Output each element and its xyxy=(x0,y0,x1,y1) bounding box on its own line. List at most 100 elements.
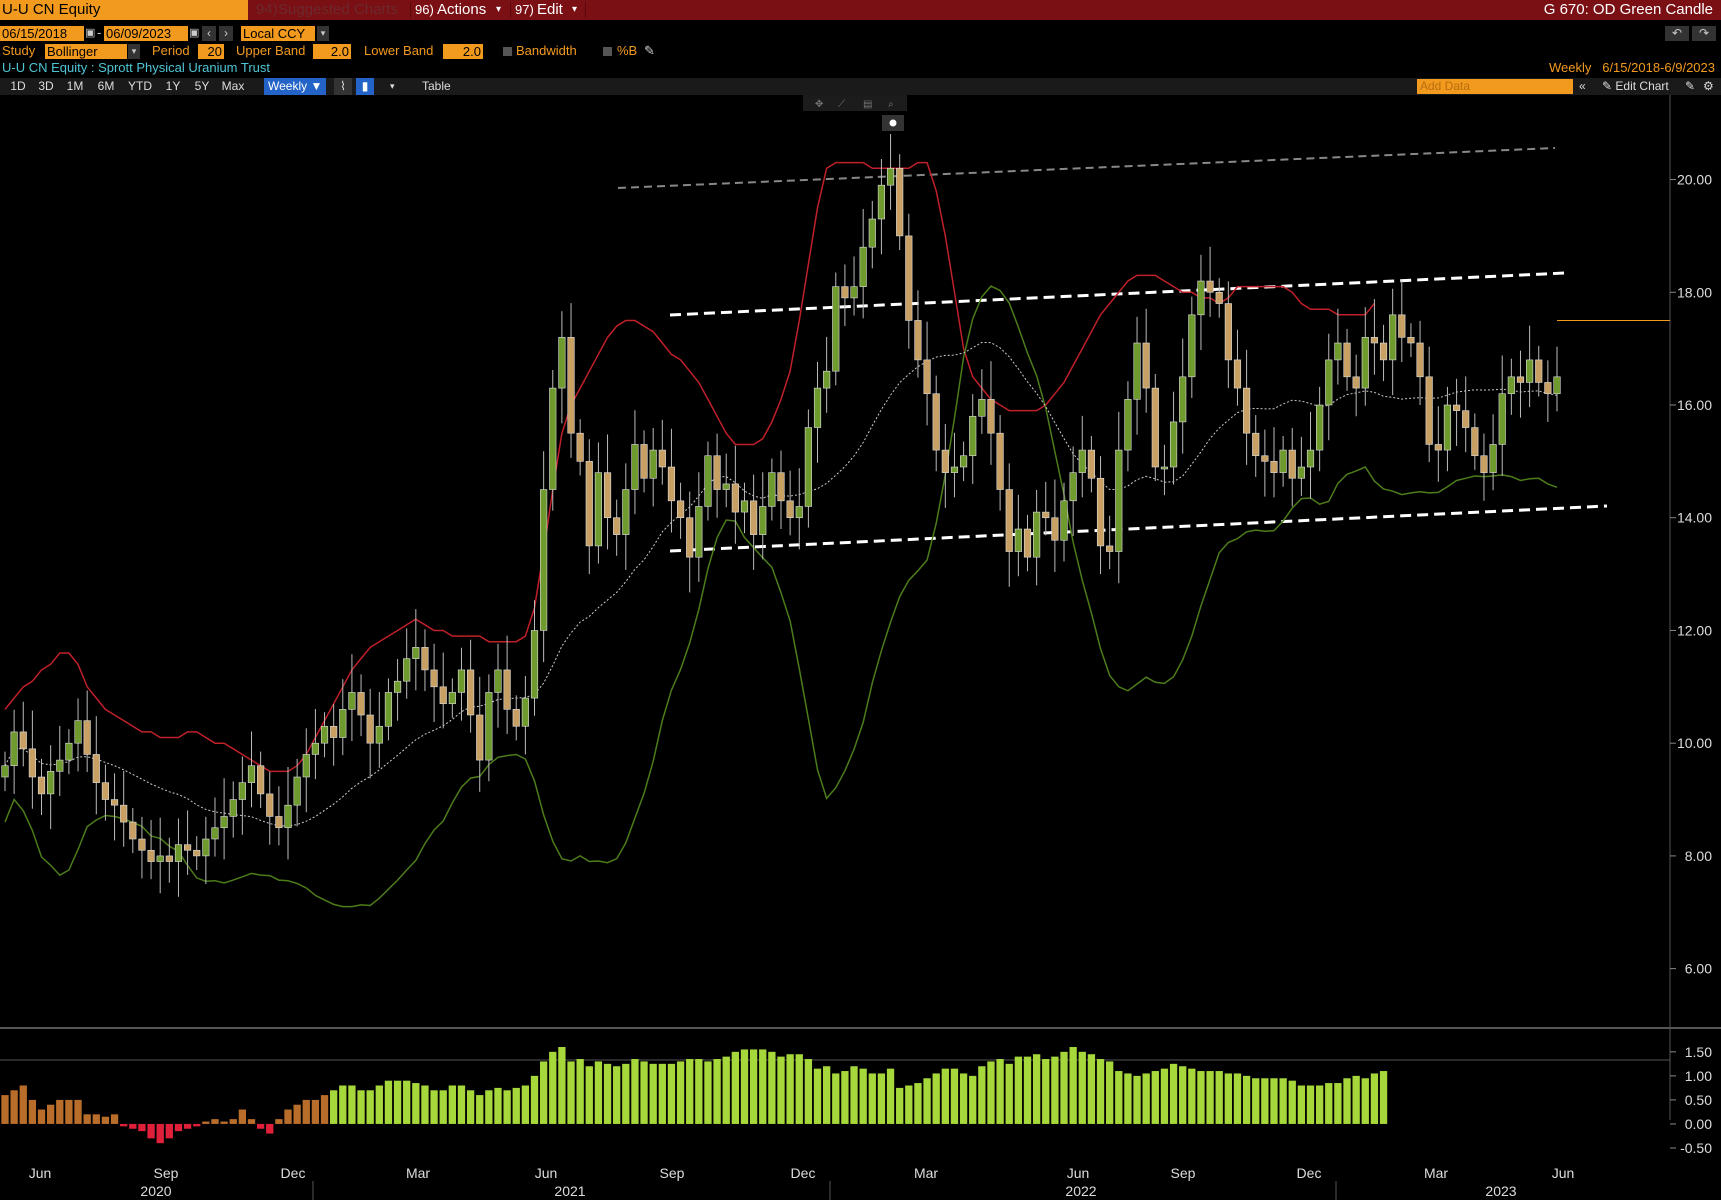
green-candle xyxy=(1069,446,1077,537)
percent-b-bar xyxy=(1343,1078,1351,1124)
period-button-3d[interactable]: 3D xyxy=(32,78,60,95)
tan-candle xyxy=(1005,463,1013,587)
chevron-down-icon[interactable]: ▾ xyxy=(390,78,402,95)
candle-body xyxy=(613,517,621,535)
calendar-icon[interactable]: ▣ xyxy=(189,26,199,41)
end-date-field[interactable]: 06/09/2023 xyxy=(104,26,188,41)
actions-menu-button[interactable]: Actions xyxy=(437,0,486,20)
pencil-icon[interactable]: ✎ xyxy=(644,43,655,59)
percent-b-tick-label: -0.50 xyxy=(1680,1140,1712,1156)
green-candle xyxy=(649,427,657,507)
study-select[interactable]: Bollinger xyxy=(45,44,127,59)
candle-body xyxy=(439,686,447,705)
period-field[interactable]: 20 xyxy=(198,44,224,59)
ticker-field[interactable]: U-U CN Equity xyxy=(0,0,248,20)
chart-template-title: G 670: OD Green Candle xyxy=(1543,1,1713,18)
candle-body xyxy=(1,765,9,778)
tan-candle xyxy=(923,321,931,426)
chevron-down-icon[interactable]: ▾ xyxy=(496,0,501,20)
upper-band-field[interactable]: 2.0 xyxy=(313,44,351,59)
zoom-icon[interactable]: ⌕ xyxy=(888,99,894,110)
edit-menu-button[interactable]: Edit xyxy=(537,0,563,20)
candle-body xyxy=(1142,342,1150,389)
frequency-select[interactable]: Weekly ▼ xyxy=(264,78,326,95)
percent-b-bar xyxy=(1206,1071,1214,1124)
percent-b-bar xyxy=(804,1059,813,1124)
percent-b-checkbox[interactable] xyxy=(603,47,612,56)
tan-candle xyxy=(1343,328,1351,391)
tan-candle xyxy=(1416,320,1424,405)
edit-chart-button[interactable]: ✎ Edit Chart xyxy=(1602,78,1669,95)
start-date-field[interactable]: 06/15/2018 xyxy=(0,26,84,41)
period-button-1m[interactable]: 1M xyxy=(60,78,90,95)
candle-body xyxy=(339,709,347,738)
chevron-down-icon[interactable]: ▾ xyxy=(317,26,329,41)
gear-icon[interactable]: ⚙ xyxy=(1703,78,1714,95)
percent-b-bar xyxy=(1115,1071,1123,1124)
price-axis: 20.00 18.00 16.00 14.00 12.00 10.00 8.00 6.00 xyxy=(1670,172,1712,977)
candle-body xyxy=(138,838,146,851)
candle-body xyxy=(485,692,493,761)
bandwidth-checkbox[interactable] xyxy=(503,47,512,56)
period-button-5y[interactable]: 5Y xyxy=(188,78,216,95)
line-chart-icon[interactable]: ⌇ xyxy=(334,78,352,95)
lower-channel-trendline[interactable] xyxy=(669,504,1608,553)
redo-icon[interactable]: ↷ xyxy=(1692,26,1716,41)
tan-candle xyxy=(1142,308,1150,413)
candle-body xyxy=(476,714,484,761)
period-button-max[interactable]: Max xyxy=(216,78,250,95)
middle-band-line xyxy=(4,341,1558,827)
tan-candle xyxy=(1379,324,1388,382)
period-button-6m[interactable]: 6M xyxy=(90,78,122,95)
pencil-icon: ✎ xyxy=(1602,79,1616,93)
tan-candle xyxy=(1023,514,1032,572)
tan-candle xyxy=(987,361,995,465)
month-tick-label: Sep xyxy=(1171,1165,1196,1181)
green-candle xyxy=(549,369,557,511)
calendar-icon[interactable]: ▣ xyxy=(85,26,95,41)
edit-icon[interactable]: ✎ xyxy=(1685,78,1695,95)
percent-b-bar xyxy=(914,1083,922,1124)
green-candle xyxy=(1033,489,1041,586)
annotation-icon[interactable]: ▤ xyxy=(863,99,872,110)
currency-select[interactable]: Local CCY xyxy=(241,26,315,41)
percent-b-bar xyxy=(676,1061,685,1124)
percent-b-bar xyxy=(421,1085,429,1124)
undo-icon[interactable]: ↶ xyxy=(1665,26,1689,41)
percent-b-bar xyxy=(539,1061,548,1124)
green-candle xyxy=(384,678,393,741)
tan-candle xyxy=(1480,433,1488,501)
add-data-input[interactable]: Add Data xyxy=(1417,79,1573,94)
lower-band-field[interactable]: 2.0 xyxy=(443,44,483,59)
period-button-ytd[interactable]: YTD xyxy=(122,78,158,95)
candle-body xyxy=(47,771,55,795)
chevron-down-icon[interactable]: ▾ xyxy=(128,44,140,59)
collapse-icon[interactable]: « xyxy=(1579,78,1586,95)
green-candle xyxy=(978,369,986,434)
green-candle xyxy=(1316,386,1324,472)
previous-arrow-icon[interactable]: ‹ xyxy=(202,26,216,41)
tan-candle xyxy=(37,758,46,816)
percent-b-bar xyxy=(996,1059,1004,1124)
percent-b-tick-label: 1.50 xyxy=(1685,1044,1712,1060)
draw-icon[interactable]: ⟋ xyxy=(838,99,845,110)
candle-body xyxy=(941,449,949,473)
tan-candle xyxy=(1042,481,1050,536)
candle-body xyxy=(1078,449,1086,473)
move-icon[interactable]: ✥ xyxy=(815,99,823,110)
month-tick-label: Mar xyxy=(1424,1165,1448,1181)
percent-b-bar xyxy=(622,1063,630,1124)
outer-channel-trendline[interactable] xyxy=(617,147,1556,189)
percent-b-bar xyxy=(713,1059,721,1124)
percent-b-bar xyxy=(266,1123,274,1134)
period-button-1y[interactable]: 1Y xyxy=(158,78,188,95)
table-button[interactable]: Table xyxy=(422,78,451,95)
candle-body xyxy=(1087,449,1095,479)
green-candle xyxy=(320,712,329,758)
next-arrow-icon[interactable]: › xyxy=(219,26,233,41)
suggested-charts-button[interactable]: Suggested Charts xyxy=(278,0,398,20)
chevron-down-icon[interactable]: ▾ xyxy=(572,0,577,20)
period-button-1d[interactable]: 1D xyxy=(4,78,32,95)
candle-chart-icon[interactable]: ▮ xyxy=(356,78,374,95)
chart-area[interactable]: ✥ ⟋ ▤ ⌕ 20.00 18.00 16.00 14.00 12.00 10.00 8.… xyxy=(0,95,1721,1200)
